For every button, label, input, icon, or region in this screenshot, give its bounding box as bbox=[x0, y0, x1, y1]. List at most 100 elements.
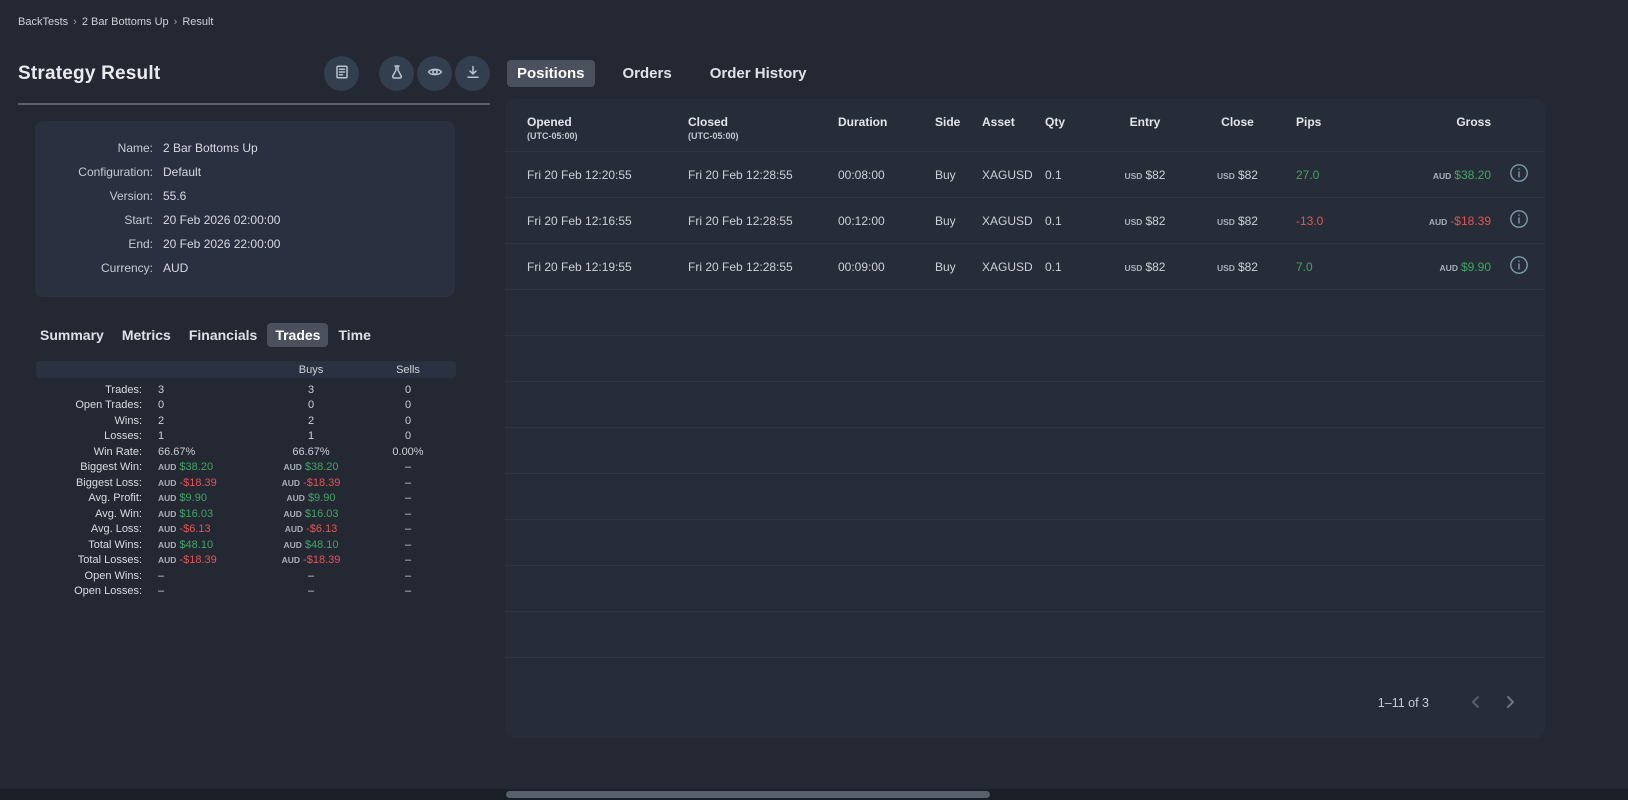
info-row: Version: 55.6 bbox=[35, 189, 455, 203]
stats-cell: 2 bbox=[158, 414, 165, 427]
cell-gross: AUD $9.90 bbox=[1380, 260, 1499, 274]
view-button[interactable] bbox=[417, 56, 452, 91]
cell-pips: 27.0 bbox=[1296, 167, 1320, 182]
info-label: Start: bbox=[124, 213, 153, 227]
positions-tabs: Positions Orders Order History bbox=[505, 56, 1545, 99]
table-row[interactable]: Fri 20 Feb 12:20:55 Fri 20 Feb 12:28:55 00… bbox=[505, 152, 1545, 198]
info-row: End: 20 Feb 2026 22:00:00 bbox=[35, 237, 455, 251]
cell-duration: 00:12:00 bbox=[838, 213, 885, 228]
amount: $82 bbox=[1237, 213, 1258, 228]
download-button[interactable] bbox=[455, 56, 490, 91]
stats-cell: – bbox=[404, 569, 412, 582]
page-title: Strategy Result bbox=[18, 62, 161, 84]
currency-code: AUD bbox=[158, 508, 177, 519]
result-section-tabs: Summary Metrics Financials Trades Time bbox=[32, 323, 490, 347]
breadcrumb-item[interactable]: 2 Bar Bottoms Up bbox=[82, 16, 169, 28]
stats-cell: – bbox=[404, 554, 412, 567]
stats-cell: AUD -$18.39 bbox=[262, 554, 360, 566]
amount: $82 bbox=[1237, 259, 1258, 274]
column-header-side: Side bbox=[935, 115, 982, 129]
stats-row: Open Wins: – – – bbox=[36, 568, 456, 584]
right-tab-orders[interactable]: Orders bbox=[613, 60, 682, 87]
stats-row-label: Wins: bbox=[114, 414, 143, 427]
currency-code: USD bbox=[1217, 216, 1235, 227]
currency-code: AUD bbox=[158, 524, 177, 535]
cell-details bbox=[1499, 208, 1539, 233]
info-label: Name: bbox=[117, 141, 153, 155]
left-tab-trades[interactable]: Trades bbox=[267, 323, 329, 347]
cell-details bbox=[1499, 162, 1539, 187]
stats-cell: 3 bbox=[307, 383, 315, 396]
stats-cell: – bbox=[158, 569, 165, 582]
stats-row-label: Losses: bbox=[104, 430, 142, 443]
cell-duration: 00:08:00 bbox=[838, 167, 885, 182]
pagination-range: 1–11 of 3 bbox=[1377, 696, 1429, 710]
currency-code: USD bbox=[1124, 262, 1143, 273]
column-timezone: (UTC-05:00) bbox=[688, 131, 739, 141]
info-label: Currency: bbox=[100, 261, 153, 275]
amount: $9.90 bbox=[1460, 259, 1491, 274]
stats-row-label: Biggest Loss: bbox=[75, 476, 142, 489]
info-row: Configuration: Default bbox=[35, 165, 455, 179]
info-value: 20 Feb 2026 22:00:00 bbox=[163, 237, 281, 251]
table-row-empty bbox=[505, 566, 1545, 612]
horizontal-scrollbar-thumb[interactable] bbox=[506, 791, 990, 798]
stats-cell: AUD $9.90 bbox=[150, 492, 262, 504]
eye-icon bbox=[427, 64, 443, 83]
cell-entry: USD $82 bbox=[1095, 214, 1195, 228]
info-icon bbox=[1508, 254, 1530, 279]
left-tab-time[interactable]: Time bbox=[330, 323, 378, 347]
stats-cell: 0.00% bbox=[392, 445, 424, 458]
stats-cell: 0 bbox=[404, 399, 412, 412]
info-list: Name: 2 Bar Bottoms Up Configuration: Defau… bbox=[35, 141, 455, 275]
column-header-entry: Entry bbox=[1095, 115, 1195, 129]
cell-side: Buy bbox=[935, 259, 956, 274]
column-header-close: Close bbox=[1195, 115, 1280, 129]
left-tab-summary[interactable]: Summary bbox=[32, 323, 112, 347]
currency-code: USD bbox=[1124, 216, 1143, 227]
position-details-button[interactable] bbox=[1508, 254, 1530, 279]
right-tab-positions[interactable]: Positions bbox=[507, 60, 595, 87]
positions-table-header: Opened (UTC-05:00) Closed (UTC-05:00) Durati… bbox=[505, 99, 1545, 152]
stats-cell: AUD $48.10 bbox=[150, 539, 262, 551]
stats-cell: 0 bbox=[404, 430, 412, 443]
currency-code: AUD bbox=[1432, 170, 1452, 181]
position-details-button[interactable] bbox=[1508, 162, 1530, 187]
info-label: Configuration: bbox=[78, 165, 153, 179]
download-icon bbox=[465, 64, 481, 83]
report-icon bbox=[334, 64, 350, 83]
breadcrumb-item[interactable]: Result bbox=[182, 16, 213, 28]
currency-code: AUD bbox=[281, 555, 301, 566]
table-row[interactable]: Fri 20 Feb 12:19:55 Fri 20 Feb 12:28:55 00… bbox=[505, 244, 1545, 290]
report-button[interactable] bbox=[324, 56, 359, 91]
previous-page-button[interactable] bbox=[1459, 686, 1493, 720]
stats-cell: 66.67% bbox=[292, 445, 330, 458]
stats-cell: AUD -$18.39 bbox=[262, 477, 360, 489]
left-tab-financials[interactable]: Financials bbox=[181, 323, 265, 347]
currency-code: AUD bbox=[158, 555, 177, 566]
info-value: 20 Feb 2026 02:00:00 bbox=[163, 213, 281, 227]
position-details-button[interactable] bbox=[1508, 208, 1530, 233]
table-row-empty bbox=[505, 520, 1545, 566]
amount: $82 bbox=[1145, 167, 1166, 182]
amount: -$6.13 bbox=[306, 523, 338, 536]
strategy-result-panel: Strategy Result Name: 2 Bar Bottoms Up C… bbox=[18, 56, 490, 738]
amount: -$18.39 bbox=[179, 554, 217, 567]
currency-code: AUD bbox=[283, 462, 302, 473]
horizontal-scrollbar[interactable] bbox=[0, 789, 1628, 800]
stats-cell: AUD -$18.39 bbox=[150, 477, 262, 489]
stats-cell: AUD $16.03 bbox=[150, 508, 262, 520]
stats-cell: AUD -$18.39 bbox=[150, 554, 262, 566]
stats-cell: – bbox=[404, 507, 412, 520]
trades-stats-table: Buys Sells Trades: 3 3 0 Open Trades: 0 0 0 Wins… bbox=[36, 361, 456, 599]
table-row[interactable]: Fri 20 Feb 12:16:55 Fri 20 Feb 12:28:55 00… bbox=[505, 198, 1545, 244]
experiment-button[interactable] bbox=[379, 56, 414, 91]
left-tab-metrics[interactable]: Metrics bbox=[114, 323, 179, 347]
cell-entry: USD $82 bbox=[1095, 260, 1195, 274]
right-tab-order-history[interactable]: Order History bbox=[700, 60, 817, 87]
amount: -$18.39 bbox=[1450, 213, 1491, 228]
next-page-button[interactable] bbox=[1493, 686, 1527, 720]
breadcrumb-item[interactable]: BackTests bbox=[18, 16, 68, 28]
stats-cell: – bbox=[404, 538, 412, 551]
amount: -$18.39 bbox=[179, 476, 217, 489]
